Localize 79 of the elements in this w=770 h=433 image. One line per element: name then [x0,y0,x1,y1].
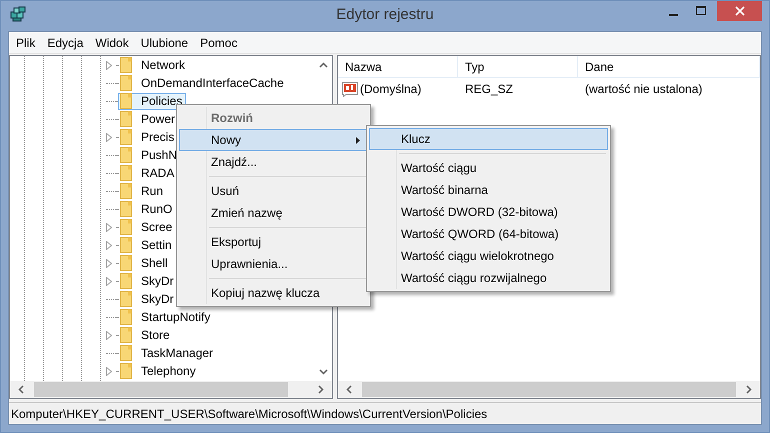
column-header[interactable]: Nazwa [338,56,458,78]
expand-arrow-icon[interactable] [106,222,112,232]
folder-icon [120,165,132,181]
tree-item[interactable]: Settin [118,236,176,254]
close-icon [734,6,744,16]
horizontal-scrollbar[interactable] [338,381,760,398]
window-title: Edytor rejestru [336,6,434,23]
menu-item[interactable]: Widok [89,36,135,50]
folder-icon [120,111,132,127]
tree-item[interactable]: Network [118,56,190,74]
tree-item[interactable]: Power [118,110,180,128]
folder-icon [120,93,132,109]
folder-icon [120,57,132,73]
column-header[interactable]: Dane [578,56,760,78]
context-menu-item[interactable]: Znajdź... [179,151,368,173]
folder-icon [120,75,132,91]
tree-item[interactable]: RunO [118,200,176,218]
menu-item[interactable]: Edycja [41,36,90,50]
folder-icon [120,201,132,217]
context-menu-item[interactable]: Uprawnienia... [179,253,368,275]
tree-item[interactable]: StartupNotify [118,308,214,326]
context-menu-item[interactable]: Eksportuj [179,231,368,253]
tree-item[interactable]: Scree [118,218,176,236]
menu-item[interactable]: Plik [10,36,42,50]
folder-icon [120,273,132,289]
tree-item[interactable]: SkyDr [118,272,178,290]
tree-item[interactable]: OnDemandInterfaceCache [118,74,288,92]
submenu-item[interactable]: Wartość binarna [369,179,608,201]
registry-cubes-icon [10,6,26,22]
horizontal-scrollbar[interactable] [10,381,332,398]
folder-icon [120,345,132,361]
submenu-item[interactable]: Wartość ciągu wielokrotnego [369,245,608,267]
context-menu-item[interactable]: Usuń [179,180,368,202]
close-button[interactable] [717,1,762,21]
submenu-item[interactable]: Wartość ciągu rozwijalnego [369,267,608,289]
folder-icon [120,237,132,253]
maximize-icon [696,6,706,16]
tree-item[interactable]: Precis [118,128,178,146]
submenu-item[interactable]: Wartość DWORD (32-bitowa) [369,201,608,223]
tree-item[interactable]: Store [118,326,174,344]
context-menu-item[interactable]: Zmień nazwę [179,202,368,224]
folder-icon [120,255,132,271]
menu-item[interactable]: Pomoc [194,36,244,50]
minimize-icon [669,14,678,16]
submenu-item[interactable]: Wartość ciągu [369,157,608,179]
expand-arrow-icon[interactable] [106,276,112,286]
menu-item[interactable]: Ulubione [134,36,194,50]
expand-arrow-icon[interactable] [106,258,112,268]
tree-item[interactable]: TaskManager [118,344,218,362]
folder-icon [120,129,132,145]
tree-item[interactable]: RADA [118,164,178,182]
string-value-icon [342,81,358,97]
expand-arrow-icon[interactable] [106,240,112,250]
folder-icon [120,219,132,235]
submenu-item[interactable]: Klucz [369,128,608,150]
tree-item[interactable]: Telephony [118,362,200,380]
expand-arrow-icon[interactable] [106,330,112,340]
tree-item[interactable]: SkyDr [118,290,178,308]
value-data: (wartość nie ustalona) [584,82,704,96]
tree-item[interactable]: Shell [118,254,172,272]
column-header[interactable]: Typ [458,56,578,78]
folder-icon [120,363,132,379]
expand-arrow-icon[interactable] [106,60,112,70]
value-name: (Domyślna) [360,82,422,96]
submenu-item[interactable]: Wartość QWORD (64-bitowa) [369,223,608,245]
tree-item[interactable]: PushN [118,146,182,164]
tree-item[interactable]: Policies [118,92,186,110]
folder-icon [120,291,132,307]
folder-icon [120,327,132,343]
folder-icon [120,183,132,199]
folder-icon [120,147,132,163]
context-menu-item[interactable]: Kopiuj nazwę klucza [179,282,368,304]
context-menu-item[interactable]: Nowy [179,129,368,151]
expand-arrow-icon[interactable] [106,132,112,142]
folder-icon [120,309,132,325]
value-type: REG_SZ [464,82,514,96]
expand-arrow-icon[interactable] [106,366,112,376]
tree-item[interactable]: Run [118,182,168,200]
status-bar-path: Komputer\HKEY_CURRENT_USER\Software\Microsoft\Windows\CurrentVersion\Policies [9,402,761,424]
